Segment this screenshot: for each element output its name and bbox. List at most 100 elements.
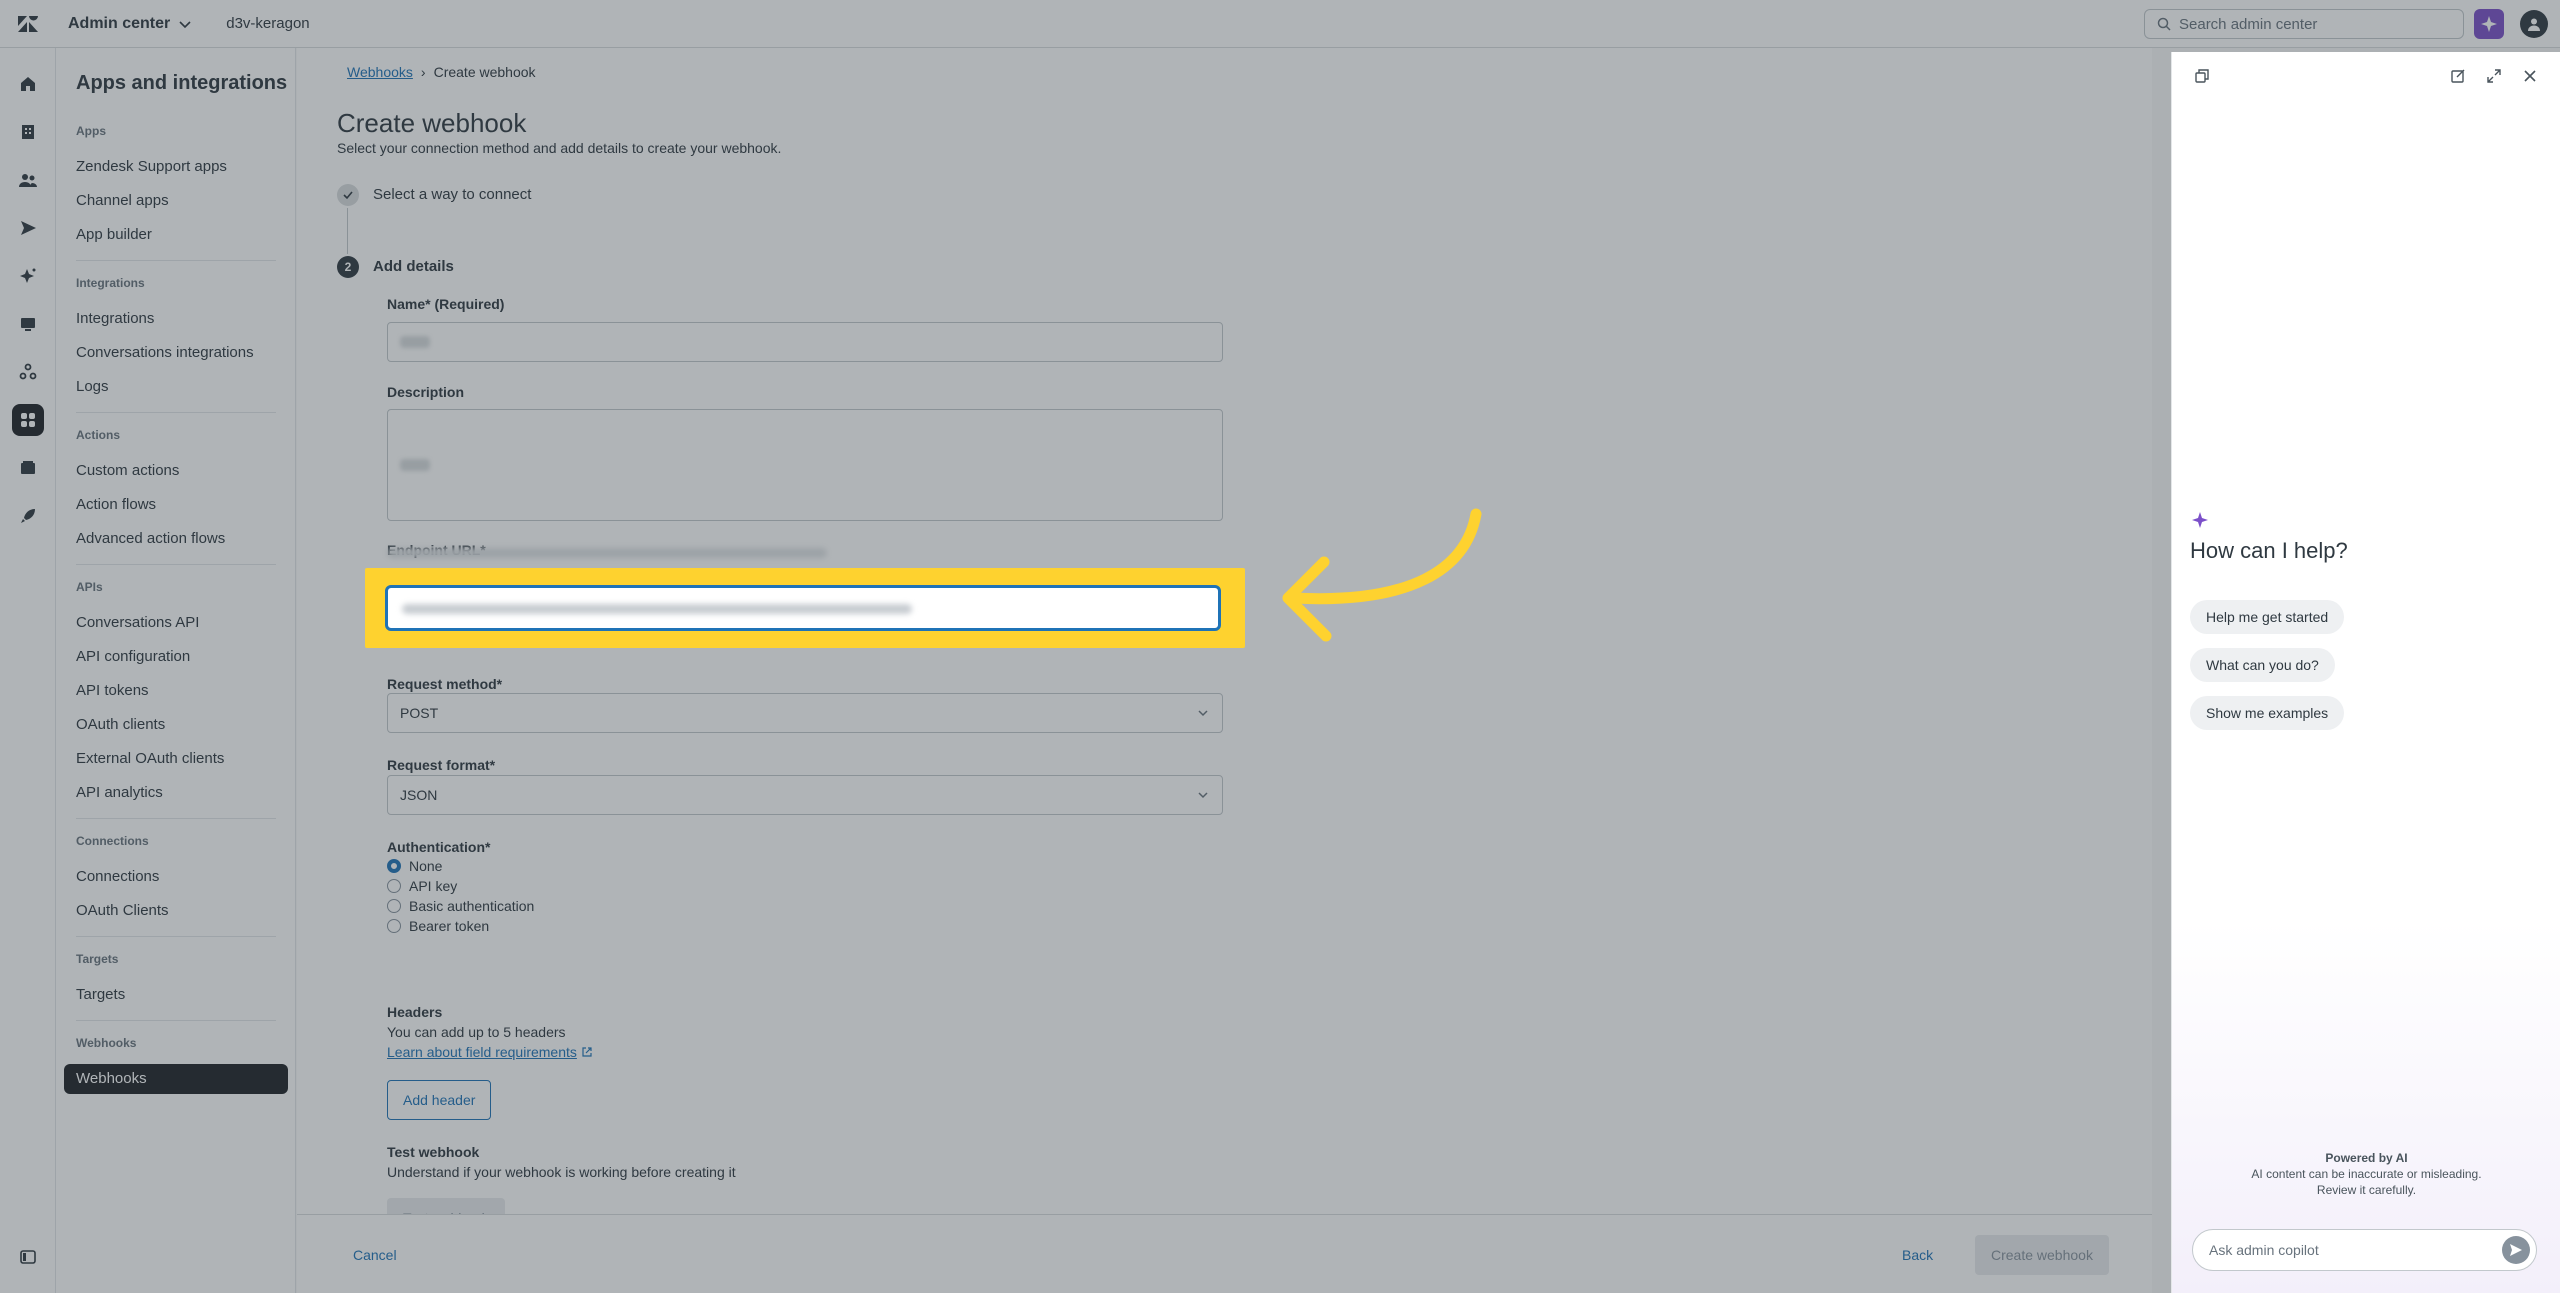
- ai-disclaimer-line2: Review it carefully.: [2316, 1183, 2417, 1197]
- request-format-value: JSON: [400, 787, 438, 803]
- building-icon[interactable]: [12, 116, 44, 148]
- step1-label[interactable]: Select a way to connect: [373, 186, 531, 203]
- form-footer: [297, 1214, 2152, 1293]
- collapse-sidebar-icon[interactable]: [12, 1241, 44, 1273]
- objects-icon[interactable]: [12, 356, 44, 388]
- add-header-button[interactable]: Add header: [387, 1080, 492, 1120]
- top-bar: Admin center d3v-keragon Search admin ce…: [0, 0, 2560, 48]
- endpoint-url-input[interactable]: [385, 585, 1221, 631]
- user-avatar[interactable]: [2520, 10, 2548, 38]
- nav-section-webhooks: Webhooks: [76, 1036, 137, 1050]
- chip-what-can-you-do[interactable]: What can you do?: [2190, 648, 2335, 682]
- copilot-panel: How can I help? Help me get started What…: [2171, 52, 2560, 1293]
- home-icon[interactable]: [12, 68, 44, 100]
- request-format-label: Request format*: [387, 757, 496, 773]
- auth-option-label: None: [409, 858, 443, 874]
- request-method-label: Request method*: [387, 676, 503, 692]
- name-input[interactable]: [387, 322, 1223, 362]
- send-icon: [2510, 1244, 2522, 1256]
- page-title: Create webhook: [337, 108, 527, 138]
- nav-item-integrations[interactable]: Integrations: [76, 304, 276, 334]
- radio-checked[interactable]: [387, 859, 401, 873]
- new-chat-icon[interactable]: [2448, 66, 2468, 86]
- nav-item-action-flows[interactable]: Action flows: [76, 490, 276, 520]
- close-icon[interactable]: [2520, 66, 2540, 86]
- endpoint-url-value: [402, 604, 912, 614]
- monitor-icon[interactable]: [12, 308, 44, 340]
- nav-item-api-analytics[interactable]: API analytics: [76, 778, 276, 808]
- test-webhook-hint: Understand if your webhook is working be…: [387, 1164, 736, 1180]
- breadcrumb-current: Create webhook: [433, 64, 536, 80]
- expand-icon[interactable]: [2484, 66, 2504, 86]
- step-connector: [347, 208, 348, 254]
- account-icon[interactable]: [12, 452, 44, 484]
- nav-item-channel-apps[interactable]: Channel apps: [76, 186, 276, 216]
- description-textarea[interactable]: [387, 409, 1223, 521]
- radio[interactable]: [387, 879, 401, 893]
- chevron-down-icon: [1198, 710, 1208, 717]
- auth-option-basic[interactable]: Basic authentication: [387, 898, 534, 914]
- apps-integrations-icon[interactable]: [12, 404, 44, 436]
- ai-disclaimer-line1: AI content can be inaccurate or misleadi…: [2251, 1167, 2482, 1181]
- nav-section-actions: Actions: [76, 428, 121, 442]
- radio[interactable]: [387, 899, 401, 913]
- authentication-label: Authentication*: [387, 839, 491, 855]
- nav-divider: [76, 936, 276, 937]
- nav-item-conversations-integrations[interactable]: Conversations integrations: [76, 338, 276, 368]
- copilot-toggle-button[interactable]: [2474, 9, 2504, 39]
- nav-section-connections: Connections: [76, 834, 149, 848]
- nav-item-webhooks[interactable]: Webhooks: [64, 1064, 288, 1094]
- nav-item-api-tokens[interactable]: API tokens: [76, 676, 276, 706]
- nav-item-connections[interactable]: Connections: [76, 862, 276, 892]
- nav-item-custom-actions[interactable]: Custom actions: [76, 456, 276, 486]
- nav-item-logs[interactable]: Logs: [76, 372, 276, 402]
- breadcrumb: Webhooks › Create webhook: [347, 64, 536, 80]
- nav-item-external-oauth-clients[interactable]: External OAuth clients: [76, 744, 276, 774]
- ai-sparkle-icon[interactable]: [12, 260, 44, 292]
- nav-divider: [76, 1020, 276, 1021]
- copilot-input[interactable]: Ask admin copilot: [2192, 1229, 2537, 1271]
- chip-show-me-examples[interactable]: Show me examples: [2190, 696, 2345, 730]
- nav-item-api-configuration[interactable]: API configuration: [76, 642, 276, 672]
- nav-item-advanced-action-flows[interactable]: Advanced action flows: [76, 524, 276, 554]
- request-method-select[interactable]: POST: [387, 693, 1223, 733]
- nav-item-conversations-api[interactable]: Conversations API: [76, 608, 276, 638]
- back-button[interactable]: Back: [1902, 1247, 1933, 1263]
- admin-search-input[interactable]: Search admin center: [2144, 9, 2464, 39]
- create-webhook-button[interactable]: Create webhook: [1975, 1235, 2109, 1275]
- nav-item-targets[interactable]: Targets: [76, 980, 276, 1010]
- radio[interactable]: [387, 919, 401, 933]
- field-requirements-link[interactable]: Learn about field requirements: [387, 1044, 593, 1060]
- nav-item-app-builder[interactable]: App builder: [76, 220, 276, 250]
- test-webhook-label: Test webhook: [387, 1144, 480, 1160]
- field-requirements-link-text: Learn about field requirements: [387, 1044, 577, 1060]
- send-icon[interactable]: [12, 212, 44, 244]
- auth-option-none[interactable]: None: [387, 858, 442, 874]
- nav-section-integrations: Integrations: [76, 276, 145, 290]
- copilot-title: How can I help?: [2190, 538, 2348, 563]
- nav-section-apps: Apps: [76, 124, 106, 138]
- description-label: Description: [387, 384, 465, 400]
- powered-by-ai: Powered by AI: [2325, 1151, 2408, 1165]
- nav-section-apis: APIs: [76, 580, 103, 594]
- zendesk-logo-icon[interactable]: [0, 0, 56, 48]
- chip-help-me-get-started[interactable]: Help me get started: [2190, 600, 2345, 634]
- request-format-select[interactable]: JSON: [387, 775, 1223, 815]
- nav-divider: [76, 818, 276, 819]
- nav-item-zendesk-support-apps[interactable]: Zendesk Support apps: [76, 152, 276, 182]
- product-switcher[interactable]: Admin center: [68, 15, 192, 33]
- auth-option-label: API key: [409, 878, 458, 894]
- cancel-button[interactable]: Cancel: [353, 1247, 397, 1263]
- people-icon[interactable]: [12, 164, 44, 196]
- headers-hint: You can add up to 5 headers: [387, 1024, 566, 1040]
- auth-option-bearer[interactable]: Bearer token: [387, 918, 489, 934]
- nav-item-oauth-clients-connections[interactable]: OAuth Clients: [76, 896, 276, 926]
- auth-option-api-key[interactable]: API key: [387, 878, 457, 894]
- breadcrumb-webhooks-link[interactable]: Webhooks: [347, 64, 413, 80]
- copy-window-icon[interactable]: [2192, 66, 2212, 86]
- send-button[interactable]: [2502, 1236, 2530, 1264]
- subdomain-label: d3v-keragon: [226, 15, 310, 32]
- nav-item-oauth-clients[interactable]: OAuth clients: [76, 710, 276, 740]
- rocket-icon[interactable]: [12, 500, 44, 532]
- nav-divider: [76, 260, 276, 261]
